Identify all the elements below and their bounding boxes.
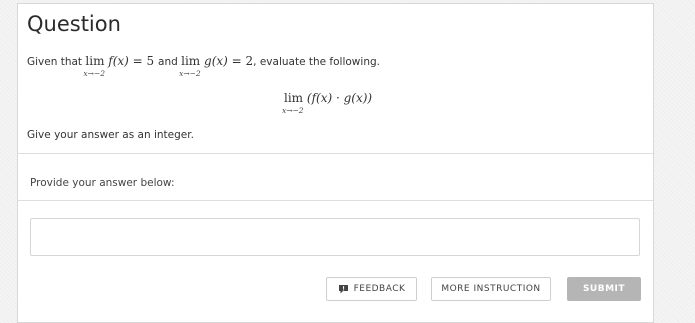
limit-g-operator: lim x→−2 xyxy=(179,54,201,78)
answer-input[interactable] xyxy=(30,218,640,256)
limit-f-operator: lim x→−2 xyxy=(83,54,105,78)
expression-subscript: x→−2 xyxy=(282,106,304,115)
answer-label: Provide your answer below: xyxy=(30,177,175,189)
prompt-text-end: , evaluate the following. xyxy=(253,56,380,68)
more-instruction-button[interactable]: MORE INSTRUCTION xyxy=(431,277,551,301)
question-title: Question xyxy=(27,12,121,36)
prompt-text-and: and xyxy=(158,56,178,68)
question-card: Question Given that lim x→−2 f(x) = 5 and… xyxy=(17,3,654,323)
limit-g-function: g(x) xyxy=(204,54,228,68)
expression-body: (f(x) · g(x)) xyxy=(306,91,373,105)
limit-f-lim-word: lim xyxy=(85,54,105,68)
limit-g-statement: lim x→−2 g(x) = 2 xyxy=(179,54,254,78)
feedback-icon xyxy=(338,284,349,294)
feedback-button[interactable]: FEEDBACK xyxy=(326,277,417,301)
limit-g-lim-word: lim xyxy=(181,54,201,68)
section-divider-top xyxy=(18,153,653,154)
limit-f-subscript: x→−2 xyxy=(83,69,105,78)
expression-lim-word: lim xyxy=(284,91,304,105)
limit-g-subscript: x→−2 xyxy=(179,69,201,78)
limit-f-statement: lim x→−2 f(x) = 5 xyxy=(83,54,158,78)
limit-g-value: 2 xyxy=(245,54,254,68)
limit-expression: lim x→−2 (f(x) · g(x)) xyxy=(282,91,373,115)
section-divider-bottom xyxy=(18,200,653,201)
expression-lim-operator: lim x→−2 xyxy=(282,91,304,115)
feedback-button-label: FEEDBACK xyxy=(353,284,406,294)
question-prompt: Given that lim x→−2 f(x) = 5 and lim x→−2 … xyxy=(27,54,380,78)
answer-instruction: Give your answer as an integer. xyxy=(27,129,194,141)
limit-f-function: f(x) xyxy=(108,54,129,68)
submit-button[interactable]: SUBMIT xyxy=(567,277,641,301)
limit-f-value: 5 xyxy=(146,54,155,68)
prompt-text-start: Given that xyxy=(27,56,83,68)
limit-g-equals: = xyxy=(227,54,246,68)
limit-f-equals: = xyxy=(128,54,147,68)
